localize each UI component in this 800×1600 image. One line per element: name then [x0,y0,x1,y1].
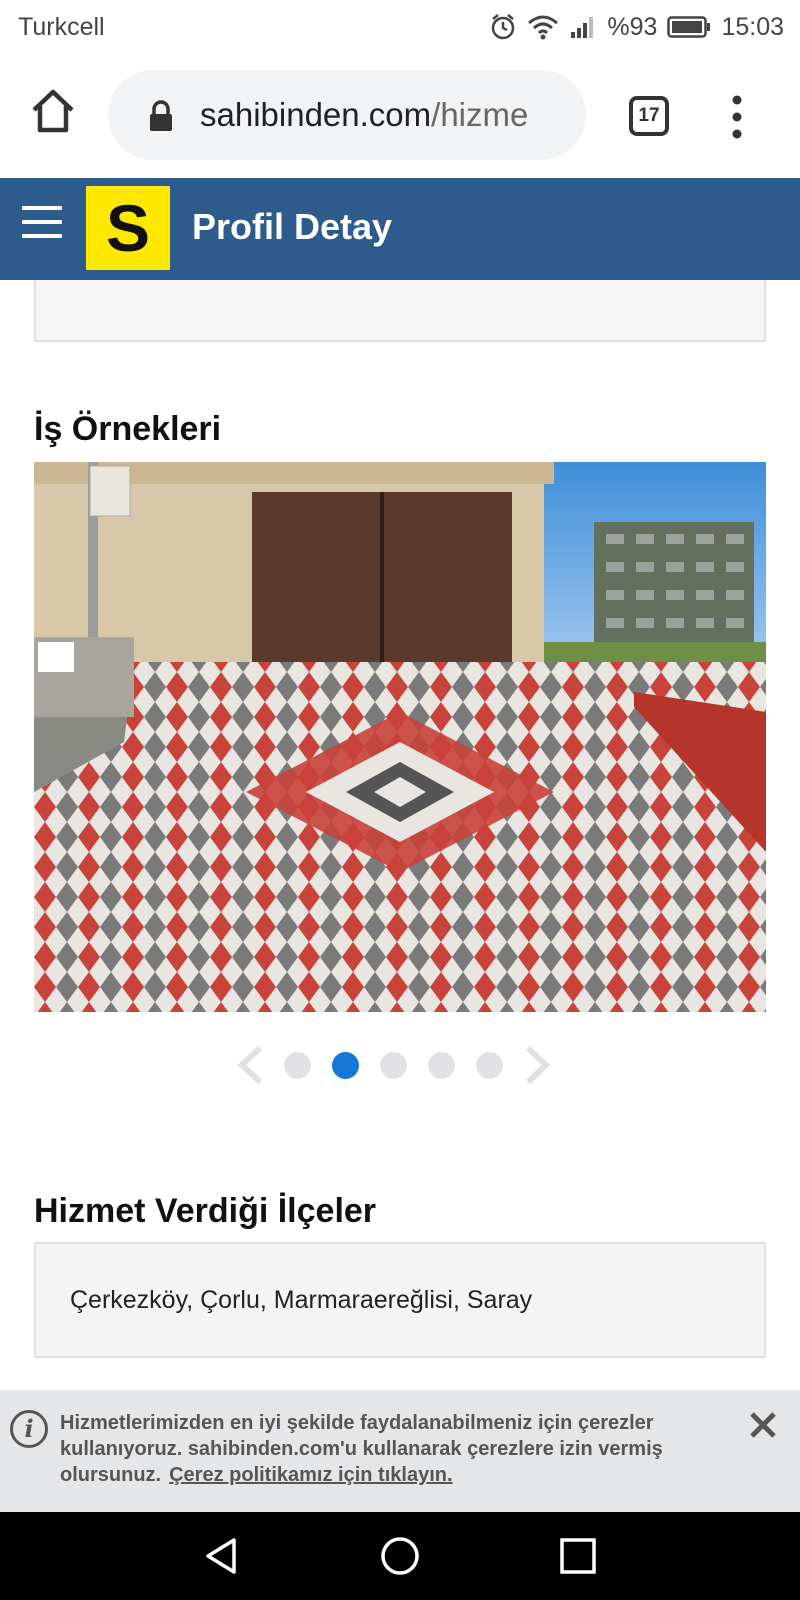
works-section-title: İş Örnekleri [34,410,222,448]
address-bar[interactable]: sahibinden.com/hizme [108,70,586,160]
browser-toolbar: sahibinden.com/hizme 17 [0,56,800,178]
system-nav-bar [0,1512,800,1600]
districts-box: Çerkezköy, Çorlu, Marmaraereğlisi, Saray [34,1242,766,1358]
home-icon[interactable] [28,86,78,136]
battery-icon [667,15,711,39]
cookie-message: Hizmetlerimizden en iyi şekilde faydalan… [60,1410,740,1488]
chevron-left-icon[interactable] [236,1045,266,1090]
pager-dot-active[interactable] [332,1052,359,1079]
status-bar: Turkcell %93 15:03 [0,0,800,56]
battery-percent: %93 [607,12,658,41]
pager-dot[interactable] [476,1052,503,1079]
back-icon[interactable] [200,1534,244,1578]
tab-count: 17 [638,105,660,126]
url-domain: sahibinden.com [200,96,432,133]
page-title: Profil Detay [192,206,393,247]
lock-icon [148,100,174,137]
carrier-name: Turkcell [18,13,105,41]
url-path: /hizme [431,96,529,133]
more-vert-icon[interactable] [722,92,752,142]
status-icons: %93 15:03 [489,10,784,44]
districts-list: Çerkezköy, Çorlu, Marmaraereğlisi, Saray [70,1286,533,1314]
home-circle-icon[interactable] [378,1534,422,1578]
cookie-policy-link[interactable]: Çerez politikamız için tıklayın. [169,1464,452,1486]
app-header: S Profil Detay [0,178,800,280]
pager-dot[interactable] [380,1052,407,1079]
clock-time: 15:03 [721,12,784,41]
logo-letter: S [105,191,151,265]
tab-switcher-button[interactable]: 17 [629,96,669,136]
work-sample-image[interactable] [34,462,766,1012]
previous-section-box [34,280,766,342]
close-icon[interactable] [748,1410,778,1440]
alarm-icon [489,13,517,41]
pager-dot[interactable] [428,1052,455,1079]
hamburger-menu-icon[interactable] [22,206,62,246]
gallery-pager [236,1040,566,1090]
districts-section-title: Hizmet Verdiği İlçeler [34,1192,377,1230]
wifi-icon [527,13,559,41]
pager-dot[interactable] [284,1052,311,1079]
cookie-banner: i Hizmetlerimizden en iyi şekilde faydal… [0,1390,800,1512]
info-icon: i [10,1410,48,1448]
chevron-right-icon[interactable] [522,1045,552,1090]
signal-icon [569,14,597,40]
site-logo[interactable]: S [86,186,170,270]
url-text: sahibinden.com/hizme [200,96,528,134]
recents-icon[interactable] [556,1534,600,1578]
